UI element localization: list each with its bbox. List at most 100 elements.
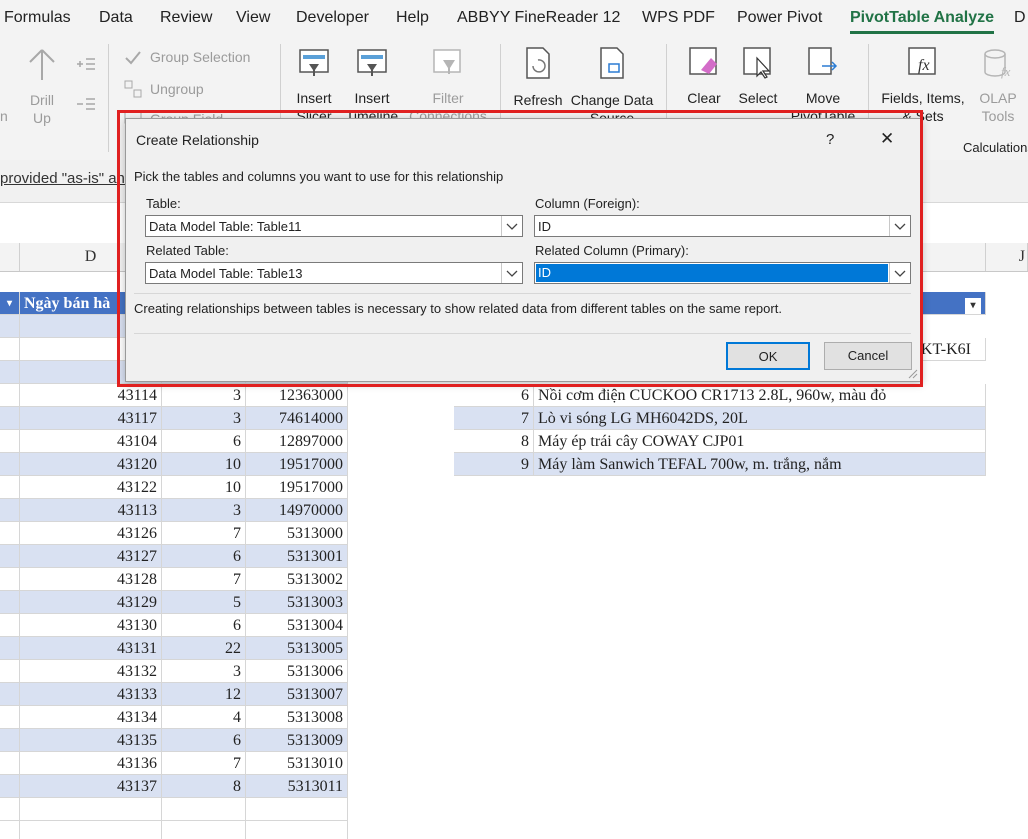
- cancel-button[interactable]: Cancel: [824, 342, 912, 370]
- date-cell[interactable]: 43126: [20, 522, 162, 545]
- group-selection-button[interactable]: Group Selection: [150, 49, 250, 65]
- amount-cell[interactable]: 5313005: [246, 637, 348, 660]
- quantity-cell[interactable]: 12: [162, 683, 246, 706]
- tab-power-pivot[interactable]: Power Pivot: [737, 9, 822, 27]
- quantity-cell[interactable]: 3: [162, 660, 246, 683]
- product-name-cell[interactable]: Nồi cơm điện CUCKOO CR1713 2.8L, 960w, m…: [534, 384, 986, 407]
- row-header-cell[interactable]: [0, 706, 20, 729]
- date-cell[interactable]: 43131: [20, 637, 162, 660]
- row-header-cell[interactable]: [0, 315, 20, 338]
- date-cell[interactable]: 43122: [20, 476, 162, 499]
- date-cell[interactable]: 43133: [20, 683, 162, 706]
- quantity-cell[interactable]: 7: [162, 752, 246, 775]
- quantity-cell[interactable]: 6: [162, 614, 246, 637]
- row-header-cell[interactable]: [0, 361, 20, 384]
- drill-up-button[interactable]: Drill Up: [22, 46, 62, 141]
- tab-design-partial[interactable]: D: [1014, 9, 1026, 27]
- related-column-combobox[interactable]: ID: [534, 262, 911, 284]
- ungroup-button[interactable]: Ungroup: [150, 81, 204, 97]
- tab-abbyy[interactable]: ABBYY FineReader 12: [457, 9, 620, 27]
- tab-data[interactable]: Data: [99, 9, 133, 27]
- chevron-down-icon[interactable]: [889, 216, 910, 236]
- row-header-cell[interactable]: [0, 591, 20, 614]
- quantity-cell[interactable]: 6: [162, 545, 246, 568]
- id-cell[interactable]: 7: [454, 407, 534, 430]
- row-header-cell[interactable]: [0, 637, 20, 660]
- row-header-cell[interactable]: [0, 568, 20, 591]
- empty-cell[interactable]: [162, 821, 246, 839]
- amount-cell[interactable]: 5313001: [246, 545, 348, 568]
- id-cell[interactable]: 9: [454, 453, 534, 476]
- date-cell[interactable]: 43135: [20, 729, 162, 752]
- table-combobox[interactable]: Data Model Table: Table11: [145, 215, 523, 237]
- info-bar-text[interactable]: provided "as-is" and: [0, 170, 133, 187]
- id-cell[interactable]: 8: [454, 430, 534, 453]
- amount-cell[interactable]: 5313007: [246, 683, 348, 706]
- row-header-cell[interactable]: [0, 499, 20, 522]
- row-header-cell[interactable]: [0, 614, 20, 637]
- related-table-combobox[interactable]: Data Model Table: Table13: [145, 262, 523, 284]
- empty-cell[interactable]: [246, 821, 348, 839]
- tab-formulas[interactable]: Formulas: [4, 9, 71, 27]
- date-cell[interactable]: 43113: [20, 499, 162, 522]
- quantity-cell[interactable]: 4: [162, 706, 246, 729]
- date-cell[interactable]: 43137: [20, 775, 162, 798]
- empty-cell[interactable]: [162, 798, 246, 821]
- olap-tools-button[interactable]: fx OLAP Tools: [970, 44, 1026, 142]
- row-header-cell[interactable]: [0, 683, 20, 706]
- quantity-cell[interactable]: 6: [162, 729, 246, 752]
- empty-cell[interactable]: [246, 798, 348, 821]
- date-cell[interactable]: 43127: [20, 545, 162, 568]
- chevron-down-icon[interactable]: [501, 216, 522, 236]
- column-header-j[interactable]: J: [986, 243, 1028, 271]
- amount-cell[interactable]: 5313006: [246, 660, 348, 683]
- chevron-down-icon[interactable]: [501, 263, 522, 283]
- product-name-cell[interactable]: Máy ép trái cây COWAY CJP01: [534, 430, 986, 453]
- quantity-cell[interactable]: 22: [162, 637, 246, 660]
- amount-cell[interactable]: 5313004: [246, 614, 348, 637]
- product-name-cell[interactable]: Lò vi sóng LG MH6042DS, 20L: [534, 407, 986, 430]
- row-header-cell[interactable]: [0, 545, 20, 568]
- quantity-cell[interactable]: 10: [162, 476, 246, 499]
- row-header-cell[interactable]: [0, 752, 20, 775]
- ok-button[interactable]: OK: [726, 342, 810, 370]
- row-header-cell[interactable]: [0, 522, 20, 545]
- date-cell[interactable]: 43134: [20, 706, 162, 729]
- amount-cell[interactable]: 14970000: [246, 499, 348, 522]
- amount-cell[interactable]: 5313009: [246, 729, 348, 752]
- empty-cell[interactable]: [20, 821, 162, 839]
- quantity-cell[interactable]: 3: [162, 499, 246, 522]
- quantity-cell[interactable]: 5: [162, 591, 246, 614]
- amount-cell[interactable]: 5313002: [246, 568, 348, 591]
- tab-review[interactable]: Review: [160, 9, 212, 27]
- date-cell[interactable]: 43129: [20, 591, 162, 614]
- filter-dropdown-icon[interactable]: ▾: [965, 298, 981, 314]
- column-foreign-combobox[interactable]: ID: [534, 215, 911, 237]
- date-cell[interactable]: 43128: [20, 568, 162, 591]
- amount-cell[interactable]: 5313010: [246, 752, 348, 775]
- date-cell[interactable]: 43136: [20, 752, 162, 775]
- row-header-cell[interactable]: [0, 821, 20, 839]
- amount-cell[interactable]: 19517000: [246, 476, 348, 499]
- tab-wps-pdf[interactable]: WPS PDF: [642, 9, 715, 27]
- tab-pivottable-analyze[interactable]: PivotTable Analyze: [850, 9, 994, 27]
- quantity-cell[interactable]: 7: [162, 568, 246, 591]
- amount-cell[interactable]: 5313000: [246, 522, 348, 545]
- quantity-cell[interactable]: 8: [162, 775, 246, 798]
- row-header-cell[interactable]: [0, 660, 20, 683]
- quantity-cell[interactable]: 7: [162, 522, 246, 545]
- empty-cell[interactable]: [20, 798, 162, 821]
- resize-grip-icon[interactable]: [906, 367, 918, 379]
- help-button[interactable]: ?: [826, 131, 834, 148]
- row-header-cell[interactable]: [0, 775, 20, 798]
- tab-developer[interactable]: Developer: [296, 9, 369, 27]
- row-header-cell[interactable]: [0, 476, 20, 499]
- row-header-cell[interactable]: [0, 729, 20, 752]
- close-button[interactable]: ✕: [880, 129, 894, 149]
- tab-help[interactable]: Help: [396, 9, 429, 27]
- date-cell[interactable]: 43132: [20, 660, 162, 683]
- chevron-down-icon[interactable]: [889, 263, 910, 283]
- tab-view[interactable]: View: [236, 9, 270, 27]
- column-header-c[interactable]: [0, 243, 20, 271]
- amount-cell[interactable]: 5313008: [246, 706, 348, 729]
